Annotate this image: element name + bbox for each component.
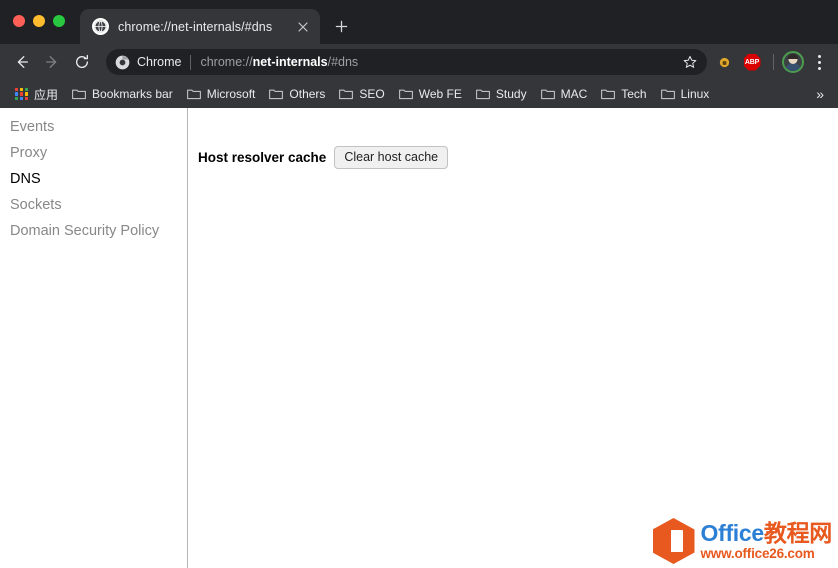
host-resolver-cache-header: Host resolver cache Clear host cache: [198, 146, 838, 169]
url-scheme: chrome://: [200, 55, 252, 69]
avatar-body: [786, 63, 801, 71]
menu-dot: [818, 67, 821, 70]
watermark-text: Office教程网 www.office26.com: [701, 522, 833, 561]
bookmark-apps-label: 应用: [34, 86, 58, 103]
bookmark-folder-microsoft[interactable]: Microsoft: [180, 84, 263, 104]
page-title: Host resolver cache: [198, 150, 326, 165]
bookmark-label: SEO: [359, 87, 384, 101]
bookmark-label: Bookmarks bar: [92, 87, 173, 101]
bookmark-apps-shortcut[interactable]: 应用: [8, 83, 65, 106]
toolbar-divider: [773, 54, 774, 70]
page-content: Events Proxy DNS Sockets Domain Security…: [0, 108, 838, 568]
folder-icon: [399, 88, 413, 100]
avatar-hair: [788, 54, 799, 59]
sidebar-item-sockets[interactable]: Sockets: [0, 192, 187, 218]
folder-icon: [661, 88, 675, 100]
url-path: /#dns: [328, 55, 359, 69]
folder-icon: [269, 88, 283, 100]
browser-menu-button[interactable]: [808, 49, 830, 75]
apps-grid-icon: [15, 88, 28, 101]
dns-panel: Host resolver cache Clear host cache Off…: [188, 108, 838, 568]
logo-document: [664, 530, 683, 552]
folder-icon: [476, 88, 490, 100]
omnibox-chrome-label: Chrome: [137, 55, 181, 69]
bookmark-label: Tech: [621, 87, 646, 101]
new-tab-button[interactable]: [330, 15, 352, 37]
watermark-title: Office教程网: [701, 522, 833, 545]
watermark-title-cn: 教程网: [764, 520, 832, 546]
bookmark-folder-linux[interactable]: Linux: [654, 84, 717, 104]
omnibox-divider: [190, 55, 191, 70]
forward-button[interactable]: [38, 48, 66, 76]
sidebar-item-dns[interactable]: DNS: [0, 166, 187, 192]
omnibox-url: chrome://net-internals/#dns: [200, 55, 358, 69]
net-internals-sidebar: Events Proxy DNS Sockets Domain Security…: [0, 108, 188, 568]
folder-icon: [541, 88, 555, 100]
bookmark-folder-seo[interactable]: SEO: [332, 84, 391, 104]
clear-host-cache-button[interactable]: Clear host cache: [334, 146, 448, 169]
window-maximize-button[interactable]: [53, 15, 65, 27]
window-close-button[interactable]: [13, 15, 25, 27]
back-button[interactable]: [8, 48, 36, 76]
bookmark-label: MAC: [561, 87, 588, 101]
window-controls: [13, 15, 65, 27]
folder-icon: [601, 88, 615, 100]
bookmarks-bar: 应用 Bookmarks bar Microsoft: [0, 80, 838, 108]
bookmark-label: Microsoft: [207, 87, 256, 101]
sidebar-item-events[interactable]: Events: [0, 114, 187, 140]
bookmarks-overflow-button[interactable]: »: [810, 87, 830, 101]
browser-window: chrome://net-internals/#dns: [0, 0, 838, 568]
profile-avatar[interactable]: [782, 51, 804, 73]
bookmark-folder-bookmarks-bar[interactable]: Bookmarks bar: [65, 84, 180, 104]
office-logo-icon: [653, 518, 695, 564]
bookmark-folder-tech[interactable]: Tech: [594, 84, 653, 104]
bookmark-star-icon[interactable]: [675, 55, 697, 69]
bookmark-folder-others[interactable]: Others: [262, 84, 332, 104]
bookmark-label: Others: [289, 87, 325, 101]
window-minimize-button[interactable]: [33, 15, 45, 27]
sidebar-item-proxy[interactable]: Proxy: [0, 140, 187, 166]
watermark-url: www.office26.com: [701, 547, 833, 561]
tab-strip: chrome://net-internals/#dns: [0, 0, 838, 44]
puzzle-extension-icon[interactable]: [711, 49, 737, 75]
bookmark-folder-mac[interactable]: MAC: [534, 84, 595, 104]
chrome-logo-icon: [115, 55, 130, 70]
adblock-plus-label: ABP: [744, 54, 761, 71]
globe-icon: [92, 18, 109, 35]
bookmark-folder-study[interactable]: Study: [469, 84, 534, 104]
bookmark-label: Web FE: [419, 87, 462, 101]
browser-toolbar: Chrome chrome://net-internals/#dns ABP: [0, 44, 838, 80]
watermark-title-en: Office: [701, 520, 764, 546]
adblock-plus-icon[interactable]: ABP: [739, 49, 765, 75]
sidebar-item-domain-security-policy[interactable]: Domain Security Policy: [0, 218, 187, 244]
reload-button[interactable]: [68, 48, 96, 76]
tab-title: chrome://net-internals/#dns: [118, 20, 285, 34]
folder-icon: [187, 88, 201, 100]
address-bar[interactable]: Chrome chrome://net-internals/#dns: [106, 49, 707, 75]
menu-dot: [818, 55, 821, 58]
browser-tab[interactable]: chrome://net-internals/#dns: [80, 9, 320, 44]
folder-icon: [339, 88, 353, 100]
close-icon[interactable]: [294, 18, 312, 36]
menu-dot: [818, 61, 821, 64]
url-host: net-internals: [253, 55, 328, 69]
bookmark-label: Linux: [681, 87, 710, 101]
watermark: Office教程网 www.office26.com: [653, 518, 833, 564]
bookmark-label: Study: [496, 87, 527, 101]
folder-icon: [72, 88, 86, 100]
bookmark-folder-web-fe[interactable]: Web FE: [392, 84, 469, 104]
